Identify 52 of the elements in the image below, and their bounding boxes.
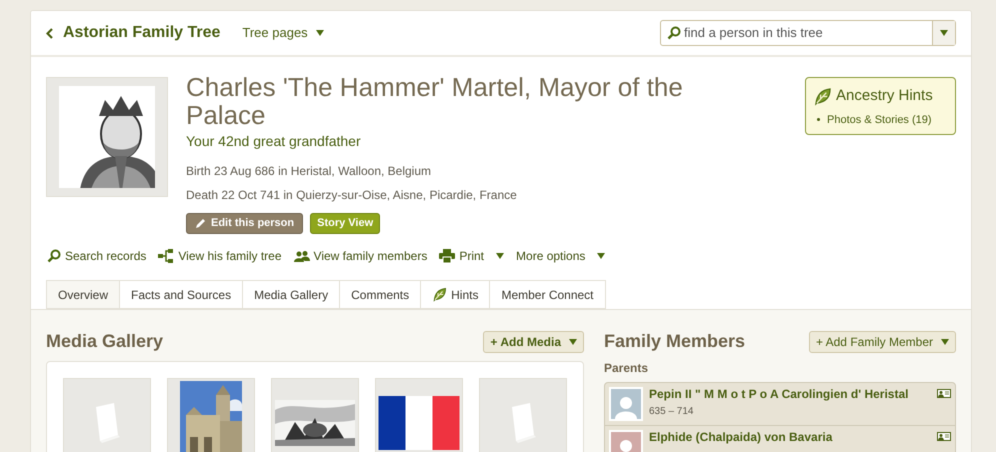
tab[interactable]: Hints bbox=[420, 280, 490, 309]
media-thumbnail[interactable] bbox=[271, 378, 359, 452]
profile-card-icon[interactable] bbox=[937, 389, 951, 398]
member-name-link[interactable]: Elphide (Chalpaida) von Bavaria bbox=[649, 430, 919, 445]
action-link[interactable]: View his family tree bbox=[158, 247, 282, 265]
media-thumbnail[interactable] bbox=[375, 378, 463, 452]
media-thumbnail[interactable] bbox=[167, 378, 255, 452]
tree-icon bbox=[158, 249, 174, 263]
leaf-icon bbox=[813, 86, 832, 106]
people-icon bbox=[294, 250, 310, 262]
tab[interactable]: Facts and Sources bbox=[119, 280, 242, 309]
media-thumbnail[interactable] bbox=[479, 378, 567, 452]
caret-icon bbox=[316, 30, 324, 36]
member-years: 635 – 714 bbox=[649, 405, 694, 419]
search-icon bbox=[667, 26, 681, 40]
search-input[interactable]: find a person in this tree bbox=[684, 23, 932, 43]
add-family-member-button[interactable]: + Add Family Member bbox=[808, 330, 956, 352]
section-heading: Family Members bbox=[604, 330, 746, 353]
tab[interactable]: Member Connect bbox=[489, 280, 606, 309]
person-name: Charles 'The Hammer' Martel, Mayor of the Palace bbox=[186, 73, 684, 129]
relationship-text: Your 42nd great grandfather bbox=[186, 132, 362, 151]
action-link[interactable]: Search records bbox=[47, 247, 146, 265]
search-field[interactable]: find a person in this tree bbox=[660, 20, 956, 46]
section-heading: Media Gallery bbox=[46, 330, 164, 353]
profile-card-icon[interactable] bbox=[937, 432, 951, 441]
printer-icon bbox=[439, 249, 456, 263]
pencil-icon bbox=[195, 218, 206, 229]
tree-pages-menu[interactable]: Tree pages bbox=[242, 23, 324, 43]
birth-text: Birth 23 Aug 686 in Heristal, Walloon, Belgium bbox=[186, 163, 432, 180]
media-thumbnail[interactable] bbox=[63, 378, 151, 452]
dropdown-toggle[interactable] bbox=[932, 21, 955, 45]
subsection-heading: Parents bbox=[604, 360, 650, 377]
member-name-link[interactable]: Pepin II " M M o t P o A Carolingien d' Heristal bbox=[649, 387, 919, 402]
bullet-icon bbox=[817, 118, 820, 122]
action-link[interactable]: Print bbox=[439, 247, 504, 265]
add-media-button[interactable]: + Add Media bbox=[483, 330, 584, 352]
back-link[interactable]: Astorian Family Tree bbox=[46, 21, 220, 45]
action-link[interactable]: View family members bbox=[294, 247, 428, 265]
tab[interactable]: Comments bbox=[339, 280, 420, 309]
caret-icon bbox=[941, 338, 949, 344]
caret-icon bbox=[940, 30, 948, 36]
edit-person-button[interactable]: Edit this person bbox=[186, 213, 304, 234]
flag-icon bbox=[378, 396, 460, 450]
back-chevron-icon bbox=[46, 28, 53, 38]
death-text: Death 22 Oct 741 in Quierzy-sur-Oise, Aisne, Picardie, France bbox=[186, 187, 518, 204]
tab[interactable]: Media Gallery bbox=[242, 280, 340, 309]
action-link[interactable]: More options bbox=[516, 247, 606, 265]
caret-icon bbox=[569, 338, 577, 344]
search-icon bbox=[47, 249, 61, 263]
tab[interactable]: Overview bbox=[46, 280, 120, 309]
hint-link[interactable]: Photos & Stories (19) bbox=[827, 112, 932, 128]
hints-title: Ancestry Hints bbox=[836, 86, 933, 106]
